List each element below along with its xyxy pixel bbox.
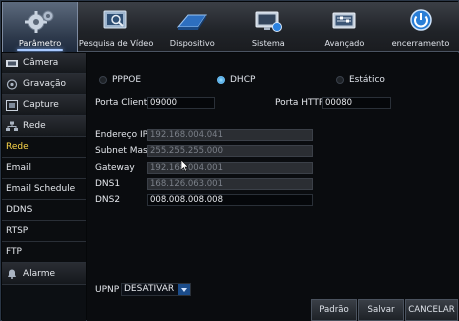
sidebar-item-alarme[interactable]: Alarme [2,263,86,285]
dns1-input[interactable]: 168.126.063.001 [147,178,313,190]
sidebar-item-label: Rede [23,121,46,131]
sidebar-item-label: Capture [23,100,59,110]
toolbar-item-parametro[interactable]: Parâmetro [2,2,79,52]
sidebar-item-gravacao[interactable]: Gravação [2,74,86,95]
toolbar-label: encerramento [391,38,450,48]
sidebar-item-camera[interactable]: Câmera [2,53,86,74]
sidebar-item-label: Email Schedule [6,184,76,194]
radio-pppoe[interactable]: PPPOE [99,75,141,85]
ip-address-label: Endereço IP [95,130,149,140]
alarm-icon [8,269,16,279]
sidebar-item-email-schedule[interactable]: Email Schedule [2,179,86,200]
radio-label: PPPOE [112,75,142,85]
subnet-mask-input[interactable]: 255.255.255.000 [147,145,313,157]
dns1-label: DNS1 [95,179,121,189]
mouse-cursor-icon [181,160,189,172]
monitor-icon [255,11,283,32]
toolbar-label: Dispositivo [169,38,215,48]
toolbar-item-dispositivo[interactable]: Dispositivo [154,2,230,52]
dvr-settings-window: Parâmetro Pesquisa de Vídeo Dispositivo [0,0,459,321]
radio-label: DHCP [230,75,256,85]
toolbar-label: Sistema [251,38,285,48]
gateway-input[interactable]: 192.168.004.001 [147,162,313,174]
radio-indicator [99,76,107,84]
http-port-input[interactable]: 00080 [322,97,391,109]
sidebar-item-ddns[interactable]: DDNS [2,200,86,221]
video-search-icon [103,10,127,29]
network-settings-panel: PPPOE DHCP Estático Porta Cliente 09000 … [87,53,459,321]
toolbar-item-avancado[interactable]: Avançado [306,2,382,52]
upnp-select[interactable]: DESATIVAR [121,283,192,296]
sidebar-item-rede[interactable]: Rede [2,137,86,158]
http-port-label: Porta HTTP [275,98,325,108]
sidebar-item-label: FTP [6,247,22,257]
sidebar-item-label: Câmera [23,58,59,68]
default-button[interactable]: Padrão [311,299,357,321]
sidebar-item-label: DDNS [6,205,33,215]
sidebar-item-rtsp[interactable]: RTSP [2,221,86,242]
save-button[interactable]: Salvar [358,299,404,321]
dns2-label: DNS2 [95,195,121,205]
gateway-label: Gateway [95,163,135,173]
ip-address-input[interactable]: 192.168.004.041 [147,129,313,141]
toolbar-item-encerramento[interactable]: encerramento [382,2,458,52]
toolbar-item-sistema[interactable]: Sistema [230,2,306,52]
toolbar-label: Avançado [324,38,365,48]
main-toolbar: Parâmetro Pesquisa de Vídeo Dispositivo [2,2,459,52]
chevron-down-icon [178,284,191,295]
hard-drive-icon [177,14,208,30]
sidebar-item-capture[interactable]: Capture [2,95,86,116]
network-icon [6,121,18,131]
client-port-label: Porta Cliente [95,98,153,108]
sidebar-item-label: Rede [6,142,29,152]
sidebar-item-rede-group[interactable]: Rede [2,116,86,137]
upnp-label: UPNP [95,285,120,295]
client-port-input[interactable]: 09000 [147,97,215,109]
cancel-button[interactable]: CANCELAR [405,299,458,321]
gears-icon [25,10,54,33]
sidebar-item-label: RTSP [6,226,29,236]
sidebar-item-label: Alarme [23,268,56,279]
dns2-input[interactable]: 008.008.008.008 [147,194,313,206]
toolbar-label: Parâmetro [18,38,62,48]
radio-indicator [217,76,225,84]
sidebar-item-label: Gravação [23,79,67,89]
radio-dhcp[interactable]: DHCP [217,75,255,85]
record-icon [6,78,18,90]
power-icon [409,9,432,31]
sidebar-item-ftp[interactable]: FTP [2,242,86,263]
toolbar-item-pesquisa-video[interactable]: Pesquisa de Vídeo [78,2,154,52]
capture-icon [6,99,18,111]
sidebar-item-label: Email [6,163,31,173]
radio-label: Estático [349,75,385,85]
radio-indicator [336,76,344,84]
radio-estatico[interactable]: Estático [336,75,385,85]
subnet-mask-label: Subnet Mask [95,146,153,156]
sidebar-item-email[interactable]: Email [2,158,86,179]
settings-sidebar: Câmera Gravação Capture Rede Rede Email … [2,53,86,321]
upnp-selected-value: DESATIVAR [124,284,175,294]
advanced-settings-icon [332,12,356,29]
toolbar-label: Pesquisa de Vídeo [78,38,154,48]
camera-icon [6,59,18,67]
